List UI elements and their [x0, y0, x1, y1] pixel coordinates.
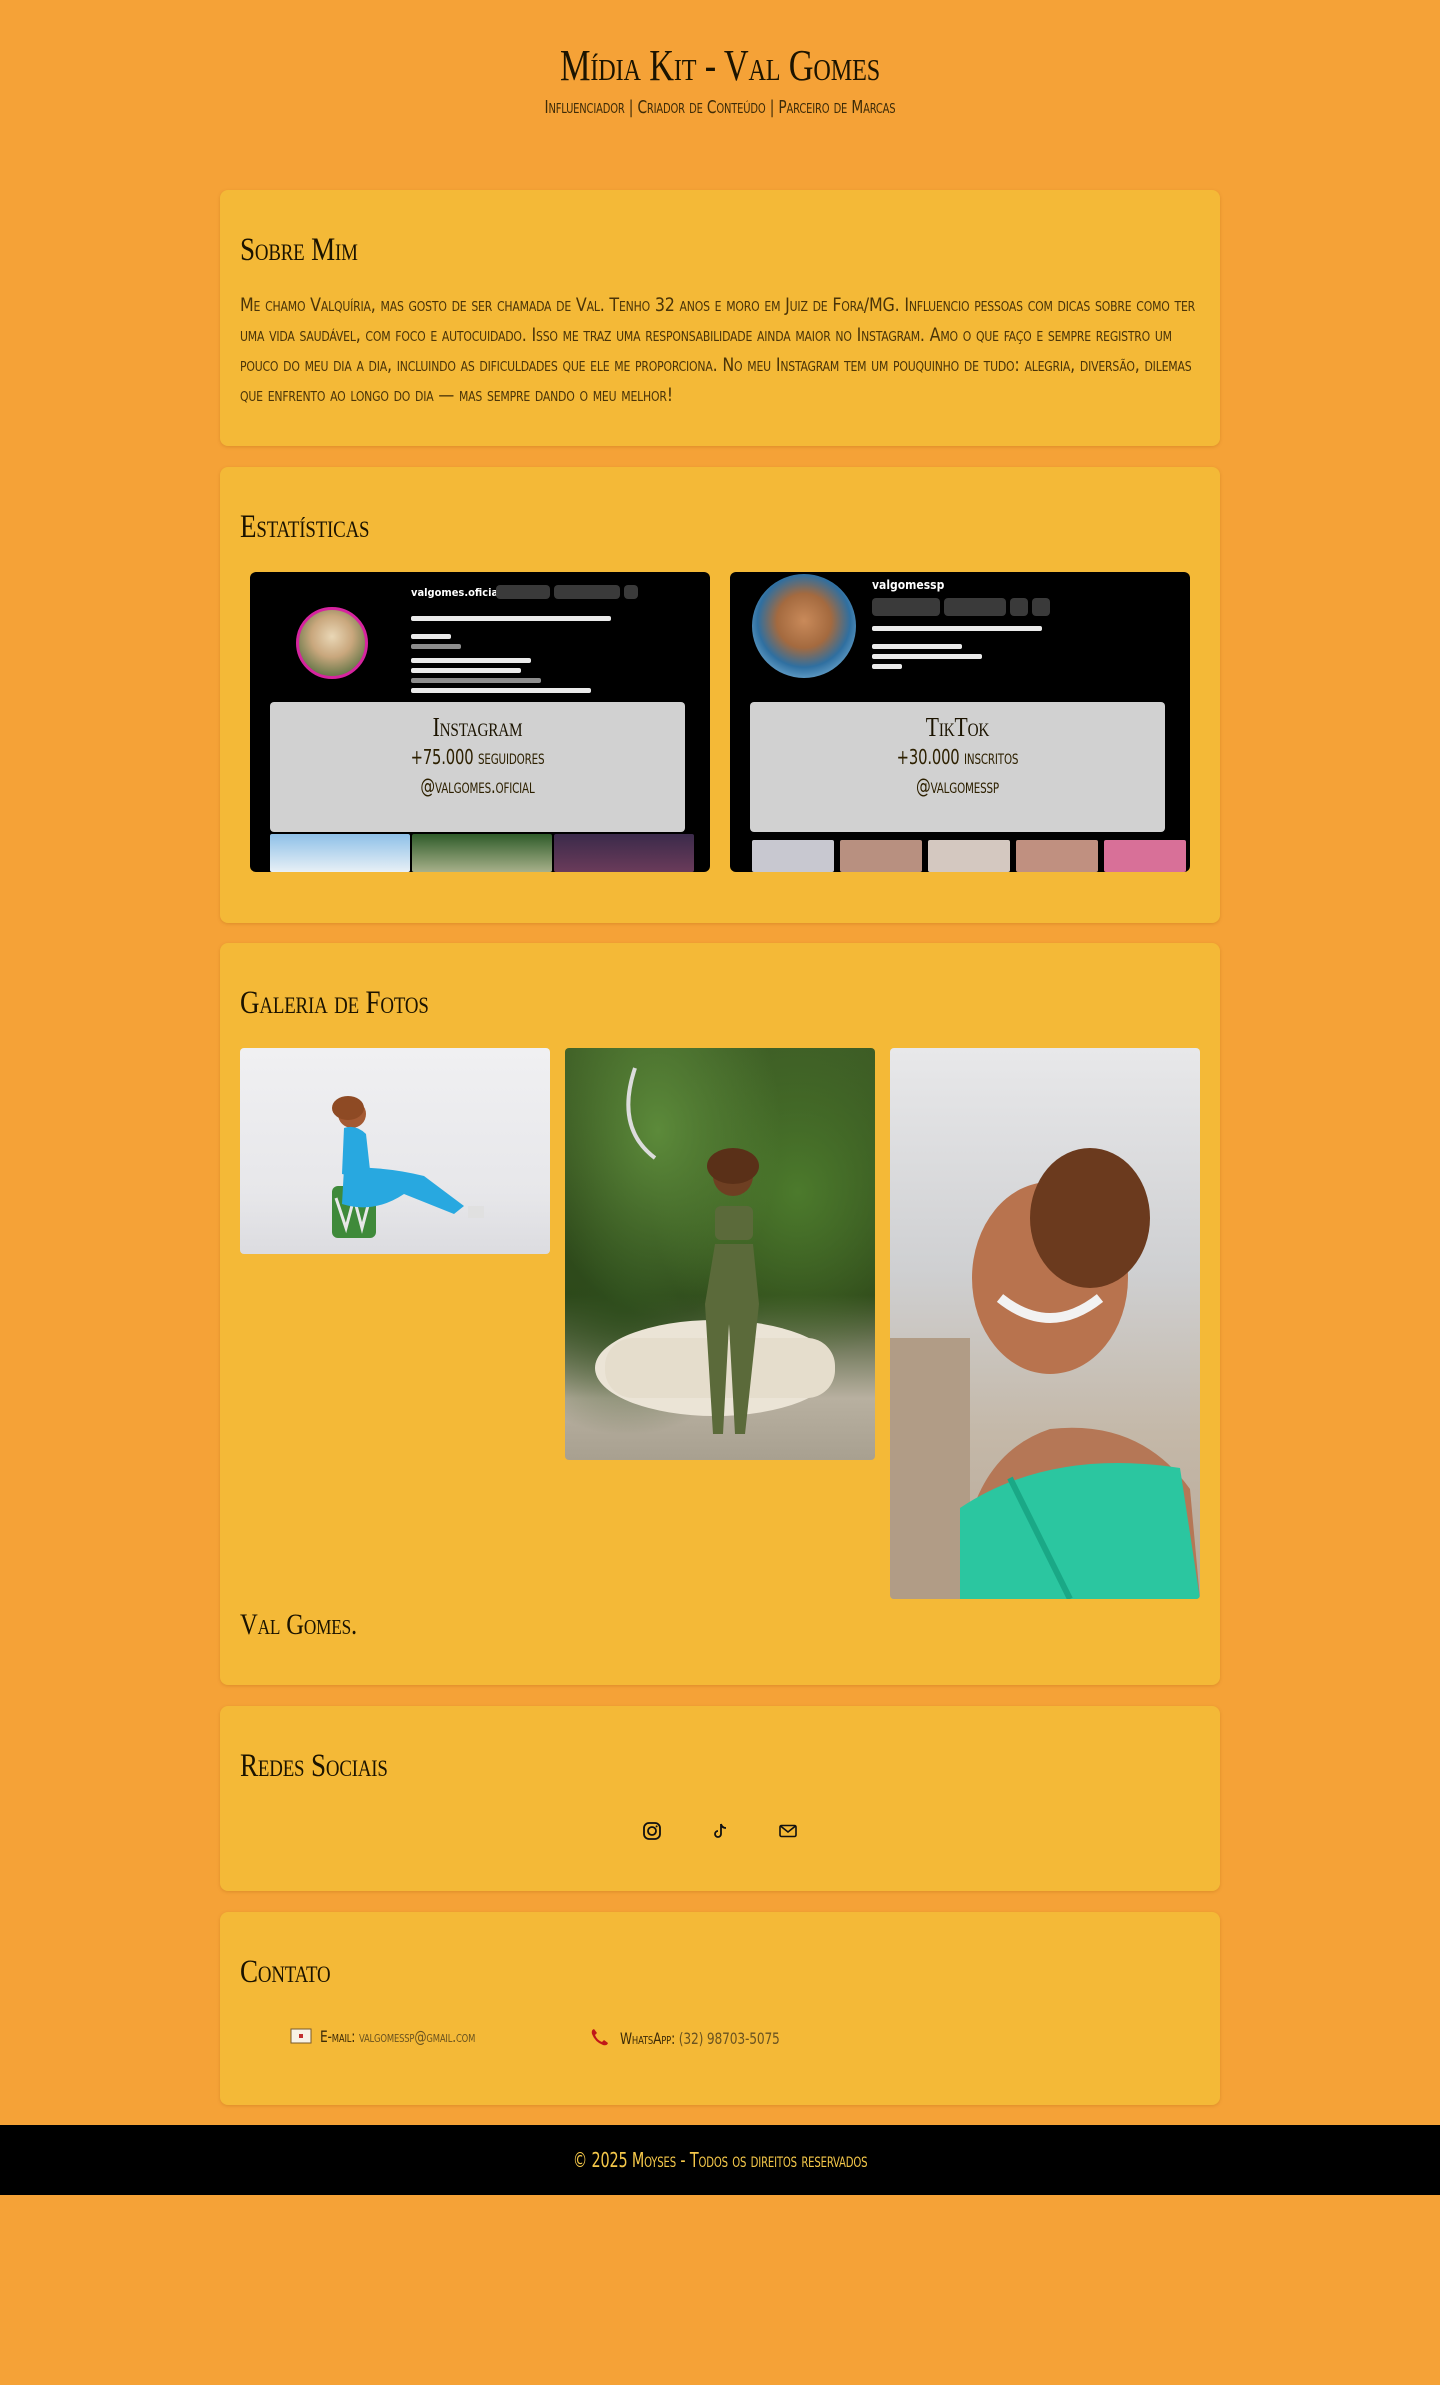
- page-header: Mídia Kit - Val Gomes Influenciador | Cr…: [0, 0, 1440, 190]
- tiktok-video-thumb: [1016, 840, 1098, 872]
- tiktok-video-thumb: [752, 840, 834, 872]
- gallery-photo-1-figure: [332, 1096, 484, 1238]
- tiktok-more-button: [1032, 598, 1050, 616]
- whatsapp-label: WhatsApp:: [620, 2028, 676, 2048]
- instagram-stat-box[interactable]: valgomes.oficial Instagram +75.000 segui…: [250, 572, 710, 872]
- instagram-profile-photo: [296, 607, 368, 679]
- instagram-follow-button: [496, 585, 550, 599]
- contact-heading: Contato: [240, 1954, 331, 1990]
- instagram-bio-line: [411, 644, 461, 649]
- instagram-stat-overlay: Instagram +75.000 seguidores @valgomes.o…: [270, 702, 685, 832]
- instagram-bio-line: [411, 688, 591, 693]
- instagram-bio-line: [411, 668, 521, 673]
- tiktok-message-button: [944, 598, 1006, 616]
- stats-heading: Estatísticas: [240, 509, 370, 545]
- instagram-followers: +75.000 seguidores: [410, 745, 545, 769]
- gallery-caption: Val Gomes.: [240, 1608, 357, 1641]
- page-subtitle: Influenciador | Criador de Conteúdo | Pa…: [544, 97, 896, 118]
- gallery-photo-2[interactable]: [565, 1048, 875, 1460]
- about-text: Me chamo Valquíria, mas gosto de ser cha…: [240, 294, 1196, 406]
- phone-icon: [590, 2027, 612, 2051]
- tiktok-share-button: [1010, 598, 1028, 616]
- social-icons-row: [220, 1821, 1220, 1845]
- instagram-post-thumb: [554, 834, 694, 872]
- about-card: Sobre Mim Me chamo Valquíria, mas gosto …: [220, 190, 1220, 446]
- tiktok-follow-button: [872, 598, 940, 616]
- social-card: Redes Sociais: [220, 1706, 1220, 1891]
- envelope-icon: [290, 2028, 312, 2048]
- gallery-photo-1[interactable]: [240, 1048, 550, 1254]
- instagram-post-thumb: [412, 834, 552, 872]
- tiktok-bio-line: [872, 664, 902, 669]
- tiktok-profile-photo: [752, 574, 856, 678]
- instagram-more-button: [624, 585, 638, 599]
- stats-card: Estatísticas valgomes.oficial Instagram …: [220, 467, 1220, 923]
- tiktok-video-thumb: [928, 840, 1010, 872]
- email-label: E-mail:: [320, 2027, 356, 2046]
- tiktok-icon[interactable]: [708, 1821, 732, 1845]
- tiktok-stat-title: TikTok: [925, 712, 990, 742]
- email-icon[interactable]: [776, 1821, 800, 1845]
- contact-card: Contato E-mail: valgomessp@gmail.com Wha…: [220, 1912, 1220, 2105]
- email-value[interactable]: valgomessp@gmail.com: [359, 2027, 475, 2046]
- tiktok-counts-line: [872, 626, 1042, 631]
- about-heading: Sobre Mim: [240, 232, 358, 268]
- gallery-photo-2-figure: [595, 1067, 835, 1434]
- tiktok-bio-line: [872, 654, 982, 659]
- instagram-message-button: [554, 585, 620, 599]
- whatsapp-value[interactable]: (32) 98703-5075: [679, 2029, 780, 2048]
- footer-text: © 2025 Moyses - Todos os direitos reserv…: [572, 2148, 868, 2172]
- contact-email[interactable]: E-mail: valgomessp@gmail.com: [290, 2027, 503, 2048]
- instagram-stat-title: Instagram: [432, 712, 523, 742]
- gallery-heading: Galeria de Fotos: [240, 985, 429, 1021]
- page-footer: © 2025 Moyses - Todos os direitos reserv…: [0, 2125, 1440, 2195]
- instagram-icon[interactable]: [640, 1821, 664, 1845]
- contact-whatsapp[interactable]: WhatsApp: (32) 98703-5075: [590, 2027, 808, 2051]
- gallery-photo-3-figure: [890, 1148, 1200, 1599]
- tiktok-stat-box[interactable]: valgomessp TikTok +30.000 inscritos @val…: [730, 572, 1190, 872]
- gallery-card: Galeria de Fotos Val Gomes.: [220, 943, 1220, 1685]
- social-heading: Redes Sociais: [240, 1748, 388, 1784]
- tiktok-video-thumb: [1104, 840, 1186, 872]
- gallery-photo-3[interactable]: [890, 1048, 1200, 1599]
- instagram-post-thumb: [270, 834, 410, 872]
- instagram-counts-line: [411, 616, 611, 621]
- instagram-bio-line: [411, 658, 531, 663]
- instagram-handle: @valgomes.oficial: [420, 774, 535, 798]
- tiktok-bio-line: [872, 644, 962, 649]
- tiktok-handle: @valgomessp: [915, 774, 999, 798]
- instagram-bio-line: [411, 634, 451, 639]
- instagram-screenshot-username: valgomes.oficial: [411, 586, 502, 599]
- tiktok-video-thumb: [840, 840, 922, 872]
- tiktok-screenshot-username: valgomessp: [872, 578, 945, 592]
- tiktok-stat-overlay: TikTok +30.000 inscritos @valgomessp: [750, 702, 1165, 832]
- page-title: Mídia Kit - Val Gomes: [560, 41, 880, 90]
- tiktok-followers: +30.000 inscritos: [896, 745, 1019, 769]
- instagram-bio-line: [411, 678, 541, 683]
